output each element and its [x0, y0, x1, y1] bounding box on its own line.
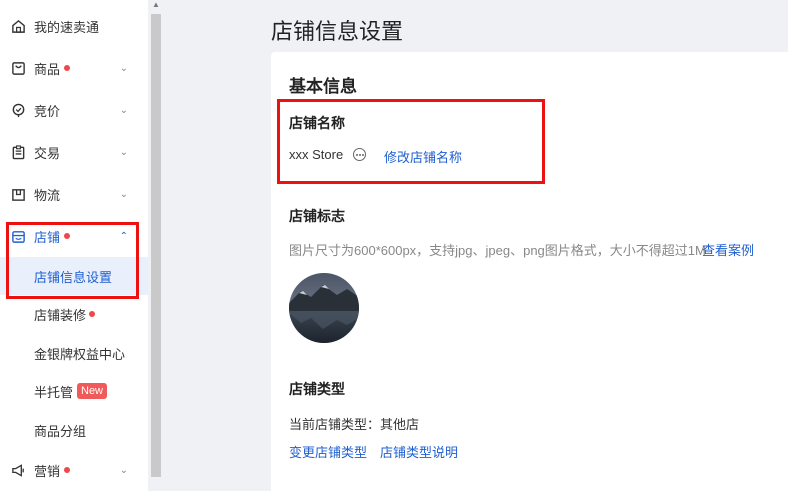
sidebar-subitem-label: 店铺装修	[34, 307, 87, 323]
megaphone-icon	[10, 462, 26, 478]
current-store-type: 当前店铺类型：其他店	[289, 417, 420, 432]
sidebar-item-trade[interactable]: 交易 ⌄	[0, 132, 148, 172]
chevron-down-icon: ⌄	[119, 104, 128, 116]
sidebar-subitem-label: 店铺信息设置	[34, 269, 113, 285]
store-name-title: 店铺名称	[289, 115, 345, 131]
logo-requirements-hint: 图片尺寸为600*600px，支持jpg、jpeg、png图片格式，大小不得超过…	[289, 243, 706, 258]
sidebar-subitem-semi-managed[interactable]: 半托管 New	[0, 372, 148, 410]
sidebar-item-bidding[interactable]: 竞价 ⌄	[0, 90, 148, 130]
sidebar-item-label: 物流	[34, 187, 61, 203]
sidebar-subitem-product-groups[interactable]: 商品分组	[0, 411, 148, 449]
chevron-down-icon: ⌄	[119, 188, 128, 200]
chevron-up-icon: ⌃	[119, 230, 128, 242]
store-icon	[10, 228, 26, 244]
scrollbar-thumb[interactable]	[151, 14, 161, 477]
scroll-up-arrow-icon[interactable]: ▲	[152, 0, 160, 9]
store-name-value: xxx Store	[289, 147, 344, 162]
home-icon	[10, 18, 26, 34]
change-store-type-link[interactable]: 变更店铺类型	[289, 442, 367, 461]
sidebar-item-label: 我的速卖通	[34, 19, 100, 35]
chevron-down-icon: ⌄	[119, 146, 128, 158]
sidebar-subitem-label: 商品分组	[34, 423, 87, 439]
page-title: 店铺信息设置	[271, 19, 404, 44]
sidebar-item-home[interactable]: 我的速卖通	[0, 6, 148, 46]
notification-dot	[89, 311, 95, 317]
sidebar-subitem-medal-center[interactable]: 金银牌权益中心	[0, 334, 148, 372]
section-title: 基本信息	[289, 77, 357, 96]
sidebar-subitem-store-decoration[interactable]: 店铺装修	[0, 295, 148, 333]
notification-dot	[64, 467, 70, 473]
bag-icon	[10, 60, 26, 76]
more-options-icon[interactable]	[353, 148, 366, 161]
store-type-title: 店铺类型	[289, 381, 345, 397]
sidebar-subitem-label: 半托管	[34, 384, 74, 400]
store-logo-title: 店铺标志	[289, 208, 345, 224]
sidebar-item-label: 营销	[34, 463, 61, 479]
store-type-explanation-link[interactable]: 店铺类型说明	[380, 442, 458, 461]
clipboard-icon	[10, 144, 26, 160]
sidebar-item-marketing[interactable]: 营销 ⌄	[0, 450, 148, 490]
sidebar-item-label: 店铺	[34, 229, 61, 245]
check-circle-icon	[10, 102, 26, 118]
sidebar-subitem-label: 金银牌权益中心	[34, 346, 126, 362]
chevron-down-icon: ⌄	[119, 62, 128, 74]
sidebar-item-label: 竞价	[34, 103, 61, 119]
sidebar-item-products[interactable]: 商品 ⌄	[0, 48, 148, 88]
notification-dot	[64, 233, 70, 239]
sidebar-subitem-store-info[interactable]: 店铺信息设置	[0, 257, 148, 295]
store-logo-image[interactable]	[289, 273, 359, 343]
view-example-link[interactable]: 查看案例	[702, 240, 754, 259]
edit-store-name-link[interactable]: 修改店铺名称	[384, 147, 462, 166]
sidebar-item-label: 交易	[34, 145, 61, 161]
box-icon	[10, 186, 26, 202]
chevron-down-icon: ⌄	[119, 464, 128, 476]
new-badge: New	[77, 383, 108, 399]
sidebar-item-logistics[interactable]: 物流 ⌄	[0, 174, 148, 214]
sidebar: 我的速卖通 商品 ⌄ 竞价 ⌄ 交易 ⌄ 物流 ⌄ 店铺 ⌃ 店铺信息设置 店铺…	[0, 0, 148, 491]
sidebar-item-label: 商品	[34, 61, 61, 77]
notification-dot	[64, 65, 70, 71]
sidebar-item-store[interactable]: 店铺 ⌃	[0, 216, 148, 256]
